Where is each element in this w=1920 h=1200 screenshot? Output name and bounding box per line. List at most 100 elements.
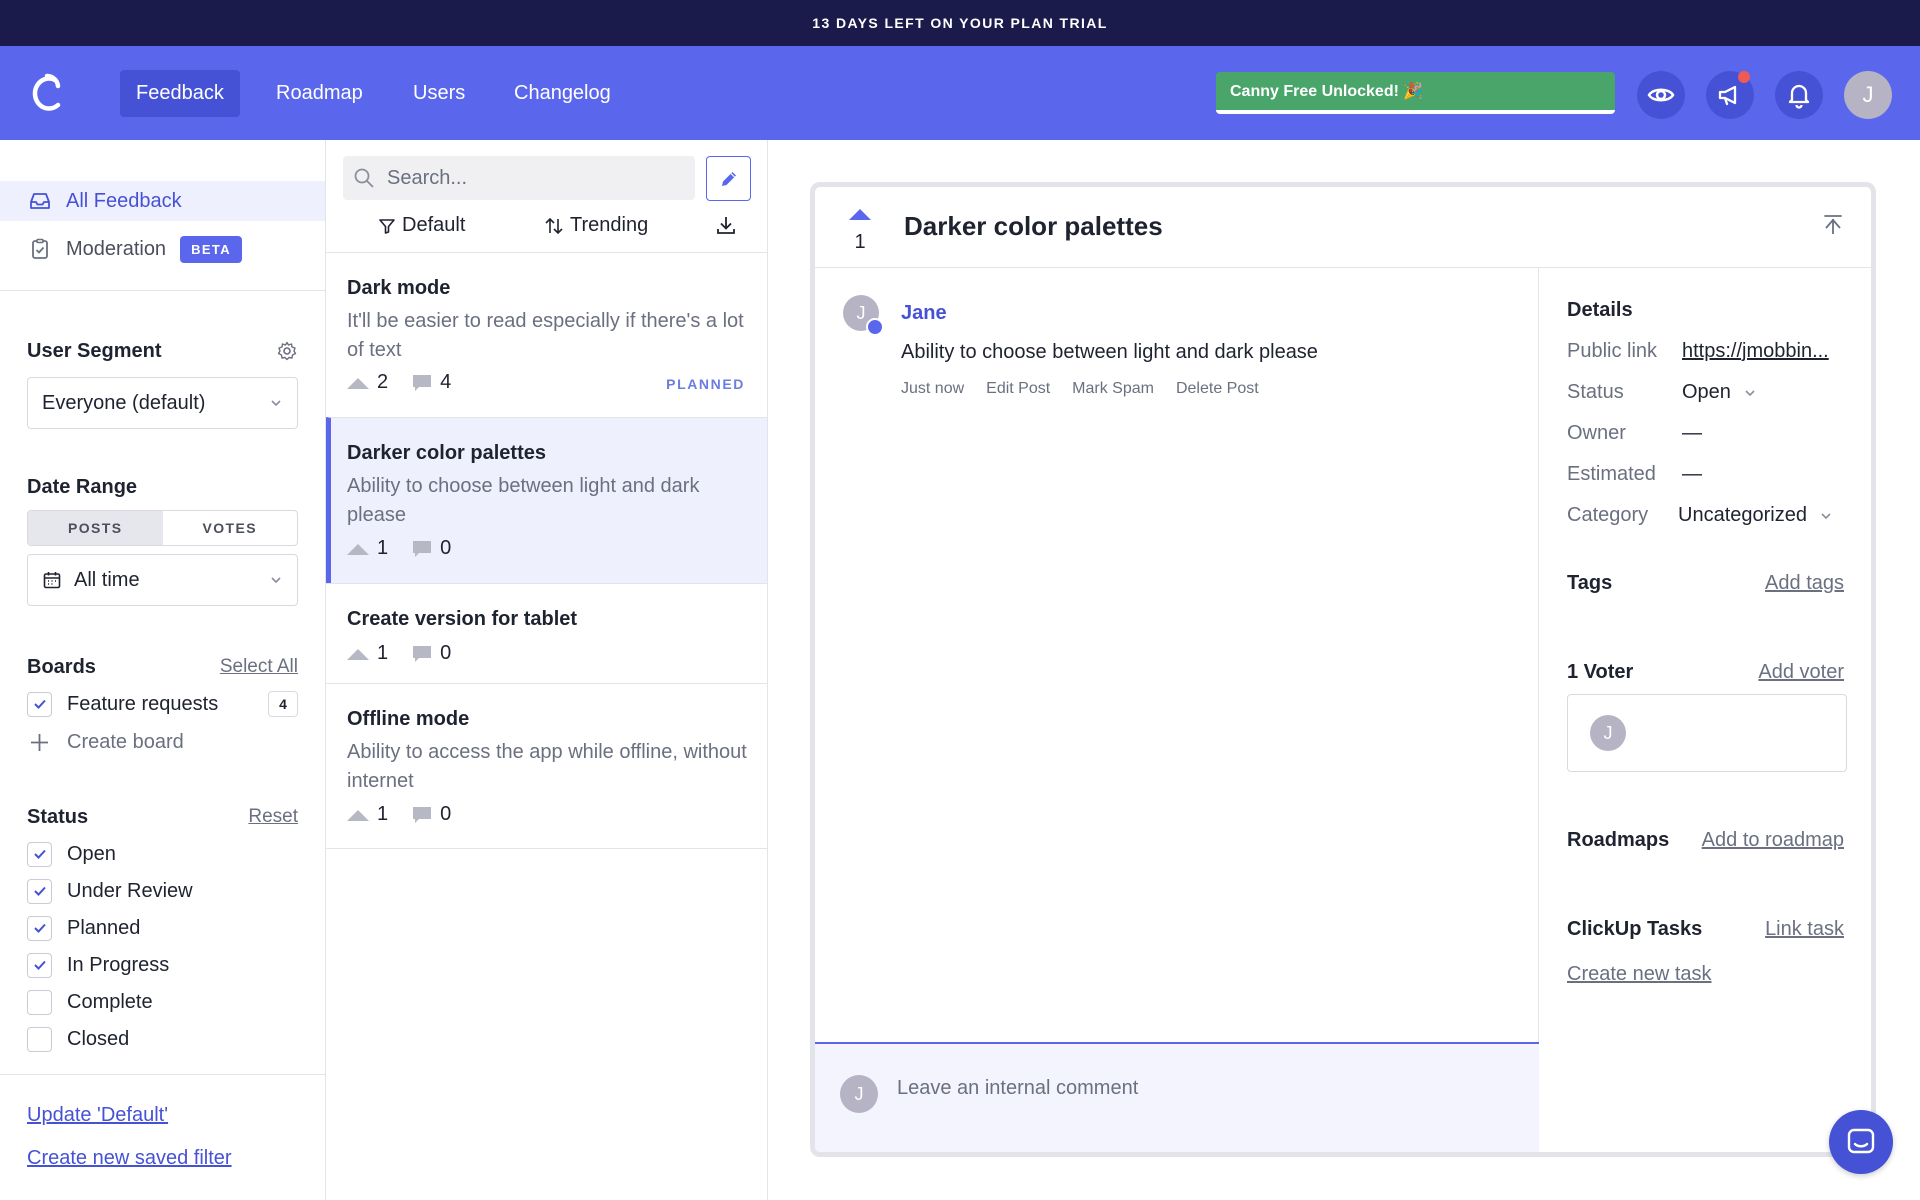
filter-default-button[interactable]: Default: [378, 214, 465, 237]
gear-icon[interactable]: [277, 341, 297, 361]
edit-post-link[interactable]: Edit Post: [986, 380, 1050, 398]
announcements-button[interactable]: [1706, 71, 1754, 119]
link-task-link[interactable]: Link task: [1765, 918, 1844, 941]
delete-post-link[interactable]: Delete Post: [1176, 380, 1259, 398]
public-link-value[interactable]: https://jmobbin...: [1682, 340, 1829, 363]
reset-link[interactable]: Reset: [248, 806, 298, 828]
voter-avatar[interactable]: J: [1590, 715, 1626, 751]
status-dropdown[interactable]: Open: [1682, 381, 1757, 404]
date-range-toggle: POSTS VOTES: [27, 510, 298, 546]
update-default-link[interactable]: Update 'Default': [27, 1104, 168, 1127]
checkbox-checked[interactable]: [27, 952, 52, 978]
user-segment-title: User Segment: [27, 340, 162, 362]
internal-comment-bar[interactable]: J Leave an internal comment: [815, 1042, 1539, 1152]
notifications-button[interactable]: [1775, 71, 1823, 119]
post-stats: 2 4: [347, 371, 475, 394]
post-detail-main: J Jane Ability to choose between light a…: [815, 268, 1539, 1152]
status-under-review[interactable]: Under Review: [27, 877, 193, 905]
pin-icon[interactable]: [1821, 213, 1845, 237]
download-icon[interactable]: [715, 214, 737, 236]
post-title: Create version for tablet: [347, 608, 578, 630]
upvote-button[interactable]: [849, 207, 871, 221]
sort-arrows-icon: [545, 217, 563, 234]
sidebar-item-moderation[interactable]: Moderation BETA: [0, 229, 325, 269]
create-saved-filter-link[interactable]: Create new saved filter: [27, 1147, 232, 1170]
checkbox-checked[interactable]: [27, 841, 52, 867]
toggle-posts[interactable]: POSTS: [28, 511, 163, 545]
checkbox-unchecked[interactable]: [27, 1026, 52, 1052]
owner-value[interactable]: —: [1682, 422, 1702, 445]
owner-label: Owner: [1567, 422, 1626, 444]
create-post-button[interactable]: [706, 156, 751, 201]
nav-tab-roadmap[interactable]: Roadmap: [260, 70, 379, 117]
comment-icon: [413, 540, 432, 557]
date-range-select[interactable]: All time: [27, 554, 298, 606]
create-board-button[interactable]: Create board: [27, 728, 184, 756]
post-stats: 1 0: [347, 803, 475, 826]
search-input[interactable]: Search...: [343, 156, 695, 200]
post-card-create-version-tablet[interactable]: Create version for tablet 1 0: [326, 583, 767, 683]
post-title: Offline mode: [347, 708, 470, 730]
sidebar-divider: [0, 1074, 326, 1075]
chevron-down-icon: [1821, 512, 1831, 519]
author-name[interactable]: Jane: [901, 302, 947, 325]
post-detail-header: 1 Darker color palettes: [815, 187, 1871, 268]
checkbox-checked[interactable]: [27, 915, 52, 941]
board-count-badge: 4: [268, 691, 298, 717]
voter-list: J: [1567, 694, 1847, 772]
status-closed[interactable]: Closed: [27, 1025, 129, 1053]
chat-launcher-button[interactable]: [1829, 1110, 1893, 1174]
bell-icon: [1788, 84, 1810, 109]
post-card-offline-mode[interactable]: Offline mode Ability to access the app w…: [326, 683, 767, 849]
canny-logo-icon[interactable]: [28, 72, 66, 114]
megaphone-icon: [1718, 85, 1737, 106]
search-icon: [354, 168, 374, 188]
upvote-icon: [347, 377, 369, 389]
nav-tab-feedback[interactable]: Feedback: [120, 70, 240, 117]
sort-trending-button[interactable]: Trending: [544, 214, 648, 237]
add-to-roadmap-link[interactable]: Add to roadmap: [1702, 829, 1844, 852]
upvote-icon: [347, 648, 369, 660]
comment-icon: [413, 374, 432, 391]
checkbox-checked[interactable]: [27, 878, 52, 904]
board-feature-requests[interactable]: Feature requests: [27, 690, 218, 718]
nav-tab-changelog[interactable]: Changelog: [498, 70, 627, 117]
post-meta: Just now Edit Post Mark Spam Delete Post: [901, 380, 1281, 398]
nav-tab-users[interactable]: Users: [397, 70, 481, 117]
sidebar-divider: [0, 290, 326, 291]
post-card-darker-color-palettes[interactable]: Darker color palettes Ability to choose …: [326, 417, 767, 583]
internal-comment-input[interactable]: Leave an internal comment: [897, 1077, 1138, 1100]
trial-banner-text: 13 DAYS LEFT ON YOUR PLAN TRIAL: [812, 15, 1108, 31]
post-timestamp: Just now: [901, 380, 965, 397]
chevron-down-icon: [271, 400, 281, 407]
canny-free-unlocked-button[interactable]: Canny Free Unlocked! 🎉: [1216, 72, 1615, 114]
sidebar-item-all-feedback[interactable]: All Feedback: [0, 181, 325, 221]
status-open[interactable]: Open: [27, 840, 116, 868]
chevron-down-icon: [1745, 389, 1755, 396]
status-in-progress[interactable]: In Progress: [27, 951, 169, 979]
chevron-down-icon: [271, 577, 281, 584]
select-all-link[interactable]: Select All: [220, 656, 298, 678]
mark-spam-link[interactable]: Mark Spam: [1072, 380, 1154, 398]
checkbox-unchecked[interactable]: [27, 989, 52, 1015]
add-voter-link[interactable]: Add voter: [1758, 661, 1844, 684]
user-avatar[interactable]: J: [1844, 71, 1892, 119]
add-tags-link[interactable]: Add tags: [1765, 572, 1844, 595]
commenter-avatar: J: [840, 1075, 878, 1113]
checkbox-checked[interactable]: [27, 691, 52, 717]
category-dropdown[interactable]: Uncategorized: [1678, 504, 1833, 527]
view-as-user-button[interactable]: [1637, 71, 1685, 119]
estimated-value[interactable]: —: [1682, 463, 1702, 486]
author-avatar[interactable]: J: [843, 295, 884, 336]
estimated-label: Estimated: [1567, 463, 1656, 485]
tags-title: Tags: [1567, 572, 1613, 594]
status-planned[interactable]: Planned: [27, 914, 140, 942]
create-new-task-link[interactable]: Create new task: [1567, 963, 1712, 986]
date-range-title: Date Range: [27, 476, 138, 498]
comment-icon: [413, 806, 432, 823]
voters-title: 1 Voter: [1567, 661, 1634, 683]
user-segment-select[interactable]: Everyone (default): [27, 377, 298, 429]
toggle-votes[interactable]: VOTES: [163, 511, 298, 545]
post-card-dark-mode[interactable]: Dark mode It'll be easier to read especi…: [326, 252, 767, 417]
status-complete[interactable]: Complete: [27, 988, 153, 1016]
